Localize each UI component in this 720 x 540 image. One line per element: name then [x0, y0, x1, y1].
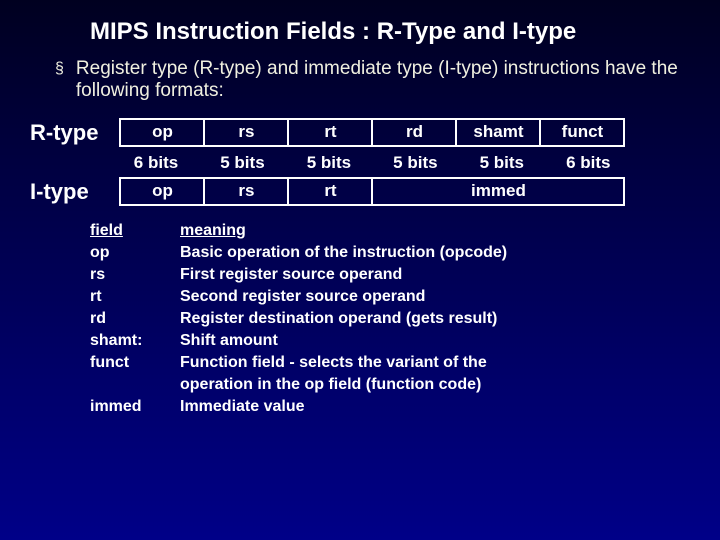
def-funct-mean1: Function field - selects the variant of …: [180, 352, 720, 374]
bullet-text: Register type (R-type) and immediate typ…: [76, 58, 680, 102]
bits-rt: 5 bits: [288, 153, 370, 173]
i-rs: rs: [204, 178, 288, 205]
def-funct: funct Function field - selects the varia…: [90, 352, 720, 374]
i-immed: immed: [372, 178, 624, 205]
def-shamt-term: shamt:: [90, 330, 180, 352]
def-immed: immed Immediate value: [90, 396, 720, 418]
bits-rd: 5 bits: [374, 153, 456, 173]
r-op: op: [120, 119, 204, 146]
def-op-mean: Basic operation of the instruction (opco…: [180, 242, 720, 264]
def-op: op Basic operation of the instruction (o…: [90, 242, 720, 264]
r-rt: rt: [288, 119, 372, 146]
def-rs: rs First register source operand: [90, 264, 720, 286]
def-rd-mean: Register destination operand (gets resul…: [180, 308, 720, 330]
def-head-term: field: [90, 220, 180, 242]
r-funct: funct: [540, 119, 624, 146]
def-rs-term: rs: [90, 264, 180, 286]
i-rt: rt: [288, 178, 372, 205]
r-rd: rd: [372, 119, 456, 146]
def-funct-term: funct: [90, 352, 180, 374]
def-shamt: shamt: Shift amount: [90, 330, 720, 352]
r-type-table: op rs rt rd shamt funct: [119, 118, 625, 147]
def-head-mean: meaning: [180, 220, 720, 242]
def-header: field meaning: [90, 220, 720, 242]
i-type-label: I-type: [30, 179, 115, 205]
def-immed-term: immed: [90, 396, 180, 418]
def-shamt-mean: Shift amount: [180, 330, 720, 352]
def-funct-cont: operation in the op field (function code…: [90, 374, 720, 396]
defs-table: field meaning op Basic operation of the …: [0, 220, 720, 418]
bits-op: 6 bits: [115, 153, 197, 173]
r-shamt: shamt: [456, 119, 540, 146]
bits-row: 6 bits 5 bits 5 bits 5 bits 5 bits 6 bit…: [0, 153, 720, 173]
r-type-label: R-type: [30, 120, 115, 146]
bits-shamt: 5 bits: [461, 153, 543, 173]
def-funct-term-empty: [90, 374, 180, 396]
bullet-row: § Register type (R-type) and immediate t…: [0, 54, 720, 116]
bits-rs: 5 bits: [201, 153, 283, 173]
def-immed-mean: Immediate value: [180, 396, 720, 418]
slide-title: MIPS Instruction Fields : R-Type and I-t…: [0, 0, 720, 54]
def-funct-mean2: operation in the op field (function code…: [180, 374, 720, 396]
r-rs: rs: [204, 119, 288, 146]
def-rt-mean: Second register source operand: [180, 286, 720, 308]
bullet-icon: §: [55, 58, 64, 80]
def-rd-term: rd: [90, 308, 180, 330]
bits-funct: 6 bits: [547, 153, 629, 173]
i-type-section: I-type op rs rt immed: [0, 177, 720, 206]
def-rt: rt Second register source operand: [90, 286, 720, 308]
def-rt-term: rt: [90, 286, 180, 308]
r-type-section: R-type op rs rt rd shamt funct: [0, 118, 720, 147]
def-rd: rd Register destination operand (gets re…: [90, 308, 720, 330]
i-type-table: op rs rt immed: [119, 177, 625, 206]
i-op: op: [120, 178, 204, 205]
def-rs-mean: First register source operand: [180, 264, 720, 286]
def-op-term: op: [90, 242, 180, 264]
